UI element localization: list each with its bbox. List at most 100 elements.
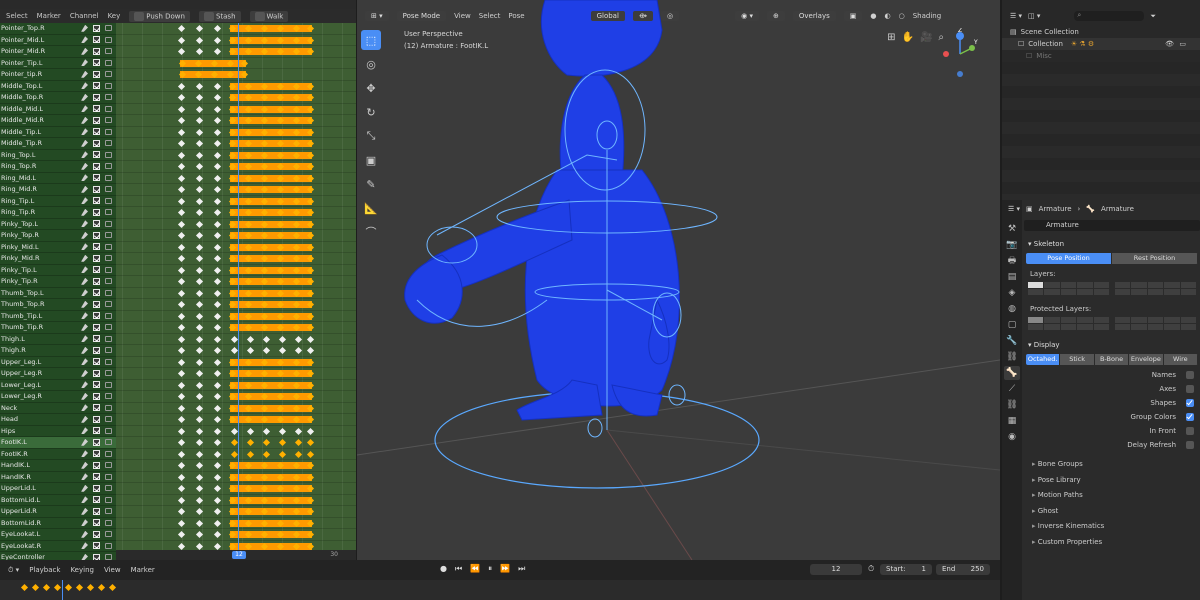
keyframe[interactable]: [177, 266, 186, 274]
edit-lock-icon[interactable]: [81, 105, 88, 113]
collapsed-panel-header[interactable]: Bone Groups: [1024, 457, 1200, 473]
keyframe[interactable]: [294, 450, 303, 458]
keyframe[interactable]: [195, 243, 204, 251]
outliner-collection[interactable]: ☐ Collection ☀ ⚗ ⚙ 👁 ▭: [1002, 38, 1200, 50]
keyframe-row[interactable]: [116, 357, 356, 368]
keyframe[interactable]: [195, 473, 204, 481]
collapsed-panel-header[interactable]: Pose Library: [1024, 473, 1200, 489]
channel-mute-icon[interactable]: [105, 117, 112, 124]
keyframe[interactable]: [246, 346, 255, 355]
keyframe[interactable]: [195, 289, 204, 297]
timeline-keyframe[interactable]: [53, 583, 62, 592]
keyframe-row[interactable]: [116, 242, 356, 253]
display-option-row[interactable]: Names: [1024, 369, 1200, 383]
keyframe-row[interactable]: [116, 518, 356, 529]
channel-mute-icon[interactable]: [105, 94, 112, 101]
shading-dropdown[interactable]: Shading: [913, 12, 941, 20]
channel-enable-checkbox[interactable]: [93, 59, 100, 67]
keyframe[interactable]: [213, 427, 222, 435]
keyframe[interactable]: [213, 323, 222, 332]
keyframe[interactable]: [213, 519, 222, 527]
channel-mute-icon[interactable]: [105, 25, 112, 32]
channel-row[interactable]: UpperLid.L: [0, 483, 116, 495]
channel-row[interactable]: Pinky_Top.L: [0, 219, 116, 230]
channel-enable-checkbox[interactable]: [93, 174, 100, 182]
edit-lock-icon[interactable]: [81, 151, 88, 159]
keyframe[interactable]: [195, 530, 204, 539]
keyframe[interactable]: [195, 254, 204, 263]
keyframe[interactable]: [195, 208, 204, 217]
edit-lock-icon[interactable]: [81, 473, 88, 481]
keyframe[interactable]: [213, 47, 222, 56]
channel-row[interactable]: Ring_Tip.L: [0, 196, 116, 207]
keyframe-area[interactable]: [116, 23, 356, 560]
channel-row[interactable]: Head: [0, 414, 116, 426]
keyframe[interactable]: [177, 105, 186, 113]
outliner-editor-icon[interactable]: ☰ ▾: [1010, 12, 1022, 20]
edit-lock-icon[interactable]: [81, 312, 88, 320]
channel-enable-checkbox[interactable]: [93, 208, 100, 216]
keyframe[interactable]: [213, 231, 222, 240]
channel-row[interactable]: Upper_Leg.L: [0, 357, 116, 368]
keyframe[interactable]: [195, 82, 204, 90]
channel-row[interactable]: Pinky_Mid.L: [0, 242, 116, 253]
keyframe[interactable]: [177, 116, 186, 125]
channel-enable-checkbox[interactable]: [93, 507, 100, 515]
edit-lock-icon[interactable]: [81, 185, 88, 193]
keyframe[interactable]: [213, 208, 222, 217]
channel-mute-icon[interactable]: [105, 71, 112, 78]
physics-tab-icon[interactable]: ◉: [1004, 430, 1020, 444]
channel-row[interactable]: Thumb_Tip.L: [0, 311, 116, 322]
vp-menu-select[interactable]: Select: [479, 12, 501, 20]
keyframe[interactable]: [306, 438, 315, 447]
keyframe[interactable]: [306, 358, 315, 366]
keyframe[interactable]: [195, 358, 204, 366]
jump-next-key-icon[interactable]: ⏩: [500, 564, 510, 574]
channel-enable-checkbox[interactable]: [93, 243, 100, 251]
keyframe-row[interactable]: [116, 299, 356, 311]
keyframe-row[interactable]: [116, 184, 356, 196]
keyframe[interactable]: [294, 346, 303, 355]
channel-row[interactable]: Thigh.R: [0, 345, 116, 357]
channel-row[interactable]: BottomLid.L: [0, 495, 116, 506]
keyframe[interactable]: [177, 162, 186, 171]
world-tab-icon[interactable]: ◍: [1004, 302, 1020, 316]
keyframe[interactable]: [213, 530, 222, 539]
channel-enable-checkbox[interactable]: [93, 346, 100, 354]
channel-mute-icon[interactable]: [105, 462, 112, 469]
pose-tool-icon[interactable]: ⌒: [361, 222, 381, 242]
filter-icon[interactable]: ⏷: [1150, 12, 1156, 21]
channel-row[interactable]: Thumb_Tip.R: [0, 322, 116, 334]
edit-lock-icon[interactable]: [81, 24, 88, 32]
keyframe[interactable]: [195, 24, 204, 33]
keyframe[interactable]: [213, 93, 222, 102]
channel-mute-icon[interactable]: [105, 542, 112, 549]
keyframe[interactable]: [177, 415, 186, 424]
keyframe[interactable]: [177, 243, 186, 251]
display-option-row[interactable]: Axes: [1024, 383, 1200, 397]
keyframe[interactable]: [246, 450, 255, 458]
channel-row[interactable]: HandIK.R: [0, 472, 116, 483]
edit-lock-icon[interactable]: [81, 507, 88, 515]
channel-row[interactable]: EyeLookat.R: [0, 541, 116, 552]
keyframe[interactable]: [246, 335, 255, 343]
channel-row[interactable]: Middle_Top.R: [0, 92, 116, 104]
protected-group-1[interactable]: [1028, 317, 1109, 330]
keyframe[interactable]: [195, 519, 204, 527]
channel-row[interactable]: Pointer_Top.R: [0, 23, 116, 35]
channel-mute-icon[interactable]: [105, 439, 112, 446]
keyframe[interactable]: [195, 220, 204, 228]
channel-enable-checkbox[interactable]: [93, 105, 100, 113]
rendered-shading-icon[interactable]: ○: [899, 12, 905, 20]
channel-enable-checkbox[interactable]: [93, 47, 100, 55]
keyframe[interactable]: [177, 323, 186, 332]
keyframe[interactable]: [306, 346, 315, 355]
layers-grid[interactable]: [1028, 282, 1196, 295]
keyframe[interactable]: [177, 392, 186, 401]
channel-mute-icon[interactable]: [105, 36, 112, 43]
display-option-checkbox[interactable]: [1186, 413, 1194, 421]
channel-enable-checkbox[interactable]: [93, 530, 100, 538]
keyframe[interactable]: [177, 47, 186, 56]
channel-row[interactable]: Pointer_Mid.R: [0, 46, 116, 58]
channel-mute-icon[interactable]: [105, 473, 112, 480]
